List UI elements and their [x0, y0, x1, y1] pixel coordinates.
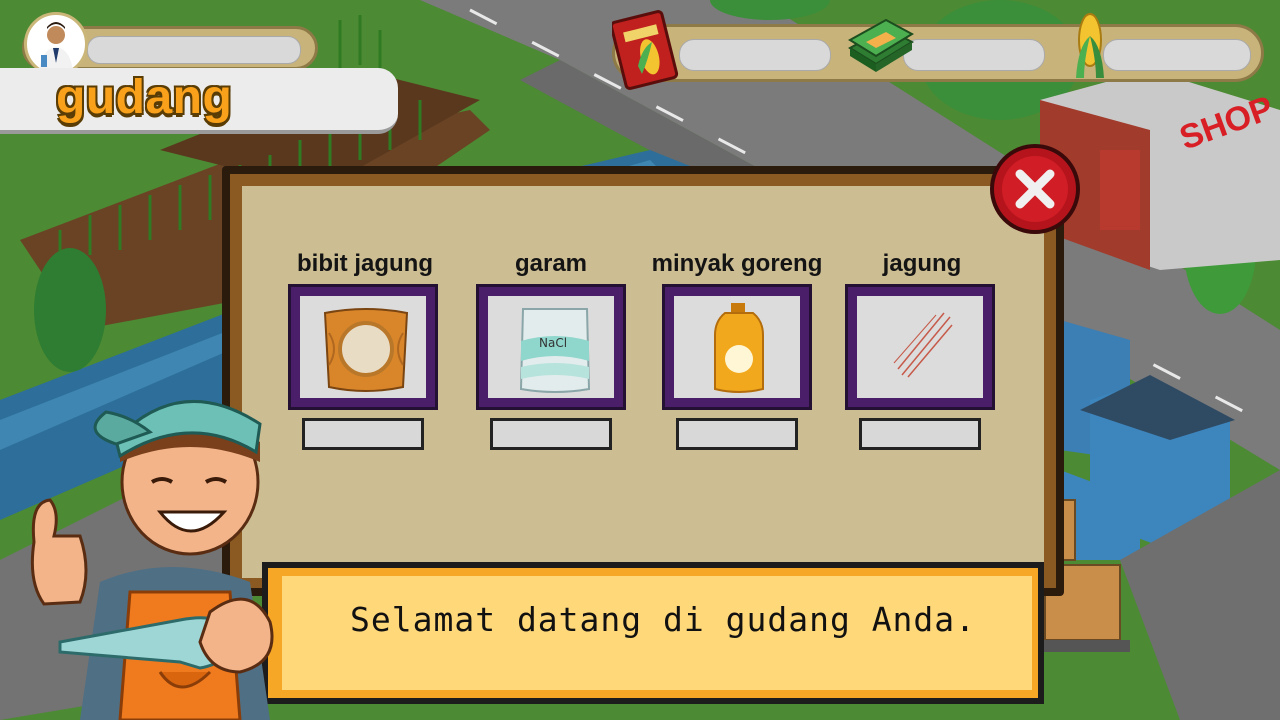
close-x-icon	[1015, 169, 1055, 209]
item-label-jagung: jagung	[882, 250, 962, 277]
item-label-bibit-jagung: bibit jagung	[297, 250, 433, 277]
player-name-slot	[87, 36, 301, 64]
salt-bag-icon: NaCl	[519, 308, 591, 393]
resource-bar	[612, 24, 1264, 82]
item-quantity-minyak-goreng	[676, 418, 798, 450]
money-stack-icon	[848, 18, 915, 72]
seed-count-slot	[679, 39, 831, 71]
farmer-avatar-icon[interactable]	[24, 12, 88, 76]
cooking-oil-bottle-icon	[714, 303, 764, 393]
corn-sketch-icon	[893, 312, 953, 378]
shopkeeper-character	[30, 399, 274, 720]
dialogue-text: Selamat datang di gudang Anda.	[350, 600, 977, 639]
item-quantity-garam	[490, 418, 612, 450]
item-card-garam[interactable]: NaCl	[476, 284, 626, 410]
item-label-minyak-goreng: minyak goreng	[651, 250, 823, 277]
item-quantity-bibit-jagung	[302, 418, 424, 450]
money-count-slot	[903, 39, 1045, 71]
salt-bag-label: NaCl	[539, 336, 567, 350]
item-quantity-jagung	[859, 418, 981, 450]
seed-sack-icon	[323, 308, 409, 392]
corn-count-slot	[1103, 39, 1251, 71]
item-card-minyak-goreng[interactable]	[662, 284, 812, 410]
screen-title: gudang	[56, 71, 233, 124]
item-card-jagung[interactable]	[845, 284, 995, 410]
item-label-garam: garam	[514, 250, 588, 277]
corn-seed-pack-icon	[612, 10, 679, 90]
close-button[interactable]	[990, 144, 1080, 234]
corn-icon	[1076, 13, 1104, 78]
person-avatar-icon	[39, 22, 73, 73]
